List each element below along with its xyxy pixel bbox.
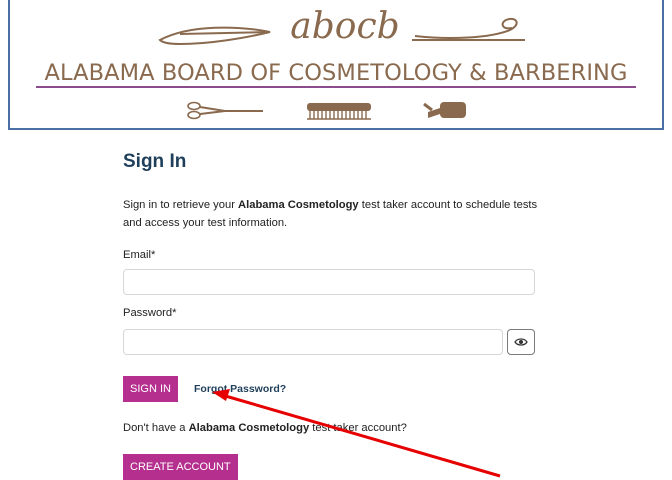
scissors-icon (187, 101, 263, 120)
signin-button[interactable]: SIGN IN (123, 376, 178, 402)
no-account-suffix: test taker account? (309, 422, 407, 434)
abocb-logo: abocb (158, 6, 525, 47)
email-field[interactable] (123, 269, 535, 295)
required-mark: * (172, 307, 177, 319)
required-mark: * (150, 249, 156, 261)
intro-bold: Alabama Cosmetology (238, 199, 359, 211)
divider (36, 86, 636, 88)
password-field[interactable] (123, 329, 503, 355)
email-label-text: Email (123, 249, 151, 261)
password-label-text: Password (123, 307, 173, 319)
forgot-password-link[interactable]: Forgot Password? (194, 383, 286, 395)
eye-icon (514, 338, 528, 346)
page-title: Sign In (123, 151, 187, 172)
password-label: Password* (123, 307, 176, 319)
comb-icon (307, 103, 371, 120)
no-account-bold: Alabama Cosmetology (188, 422, 310, 434)
create-account-button[interactable]: CREATE ACCOUNT (123, 454, 238, 480)
email-label: Email* (123, 249, 155, 261)
intro-text: Sign in to retrieve your Alabama Cosmeto… (123, 196, 543, 232)
tools-row (10, 98, 662, 124)
show-password-button[interactable] (507, 329, 535, 355)
logo-text: abocb (290, 6, 399, 47)
signin-form: Sign In Sign in to retrieve your Alabama… (123, 150, 543, 480)
hairdryer-icon (423, 102, 466, 118)
no-account-prefix: Don't have a (123, 422, 189, 434)
no-account-text: Don't have a Alabama Cosmetology test ta… (123, 422, 407, 434)
header-banner: abocb ALABAMA BOARD OF COSMETOLOGY & BAR… (8, 0, 664, 130)
intro-prefix: Sign in to retrieve your (123, 199, 239, 211)
board-name: ALABAMA BOARD OF COSMETOLOGY & BARBERING (44, 60, 628, 86)
